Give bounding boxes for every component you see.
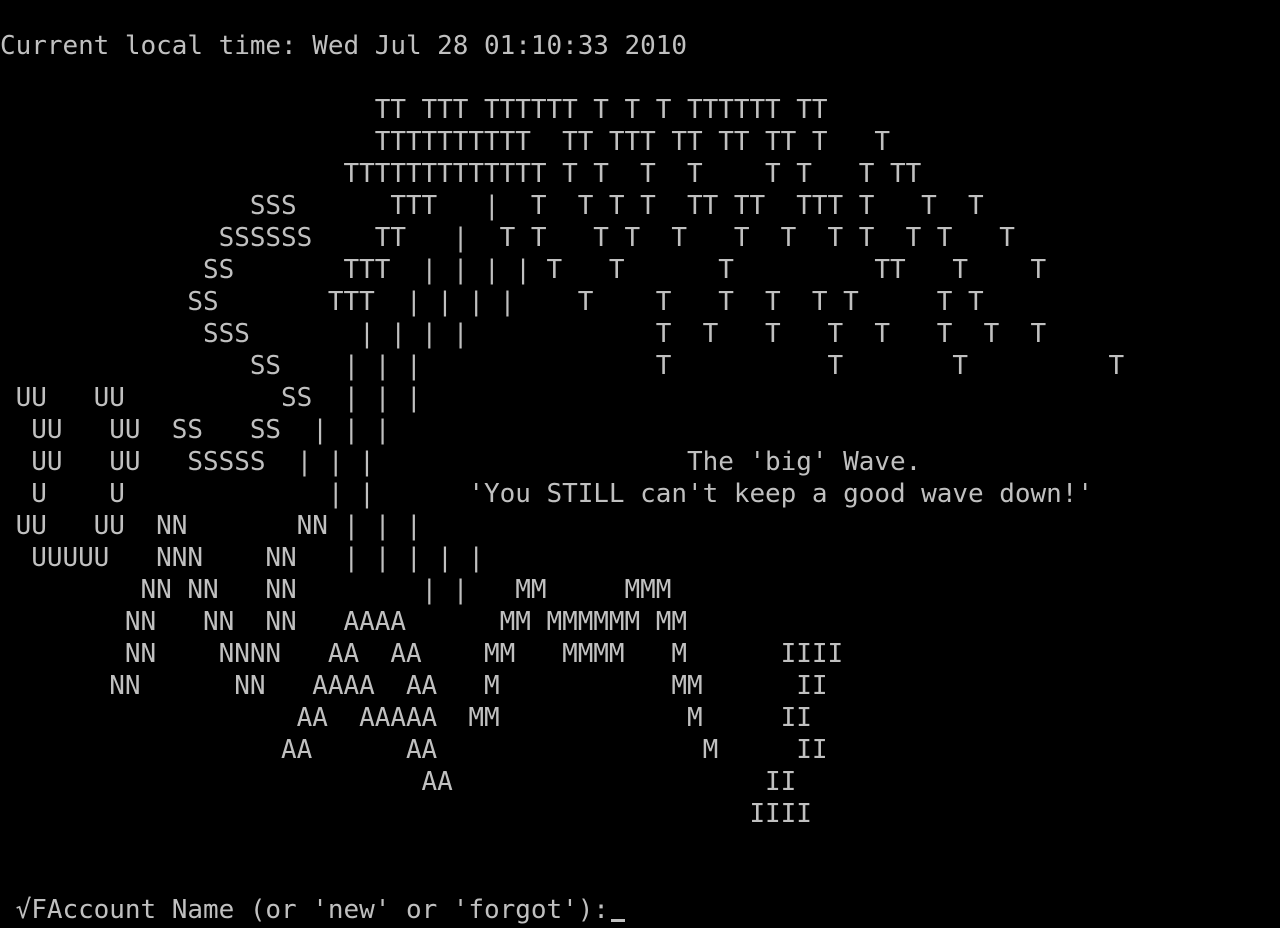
ascii-art-line: NN NN NN AAAA MM MMMMMM MM: [0, 607, 687, 637]
ascii-art-line: SS TTT | | | | T T T T T T T T: [0, 287, 984, 317]
current-time-line: Current local time: Wed Jul 28 01:10:33 …: [0, 31, 687, 61]
ascii-art-line: IIII: [0, 799, 812, 829]
ascii-art-line: TTTTTTTTTT TT TTT TT TT TT T T: [0, 127, 890, 157]
ascii-art-line: SS | | | T T T T: [0, 351, 1125, 381]
ascii-art-line: NN NN NN | | MM MMM: [0, 575, 672, 605]
ascii-art-line: UU UU SSSSS | | | The 'big' Wave.: [0, 447, 922, 477]
ascii-art-line: SSS TTT | T T T T TT TT TTT T T T: [0, 191, 984, 221]
ascii-art-line: UUUUU NNN NN | | | | |: [0, 543, 485, 573]
ascii-art-line: SS TTT | | | | T T T TT T T: [0, 255, 1047, 285]
text-cursor: [610, 919, 625, 922]
ascii-art-line: AA AAAAA MM M II: [0, 703, 812, 733]
login-prompt[interactable]: √FAccount Name (or 'new' or 'forgot'):: [0, 894, 625, 926]
ascii-art-line: TT TTT TTTTTT T T T TTTTTT TT: [0, 95, 828, 125]
ascii-art-line: SSSSSS TT | T T T T T T T T T T T T: [0, 223, 1015, 253]
terminal-screen: Current local time: Wed Jul 28 01:10:33 …: [0, 0, 1280, 928]
ascii-art-line: NN NNNN AA AA MM MMMM M IIII: [0, 639, 844, 669]
ascii-art-line: UU UU SS | | |: [0, 383, 422, 413]
ascii-art-line: UU UU NN NN | | |: [0, 511, 422, 541]
ascii-art-line: UU UU SS SS | | |: [0, 415, 391, 445]
ascii-art-line: SSS | | | | T T T T T T T T: [0, 319, 1047, 349]
ascii-art-line: AA AA M II: [0, 735, 828, 765]
ascii-art-line: NN NN AAAA AA M MM II: [0, 671, 828, 701]
account-name-prompt-text: Account Name (or 'new' or 'forgot'):: [46, 895, 609, 925]
ascii-art-line: TTTTTTTTTTTTT T T T T T T T TT: [0, 159, 922, 189]
prompt-control-chars: √F: [0, 895, 47, 925]
ascii-art-line: AA II: [0, 767, 797, 797]
ascii-art-line: U U | | 'You STILL can't keep a good wav…: [0, 479, 1093, 509]
